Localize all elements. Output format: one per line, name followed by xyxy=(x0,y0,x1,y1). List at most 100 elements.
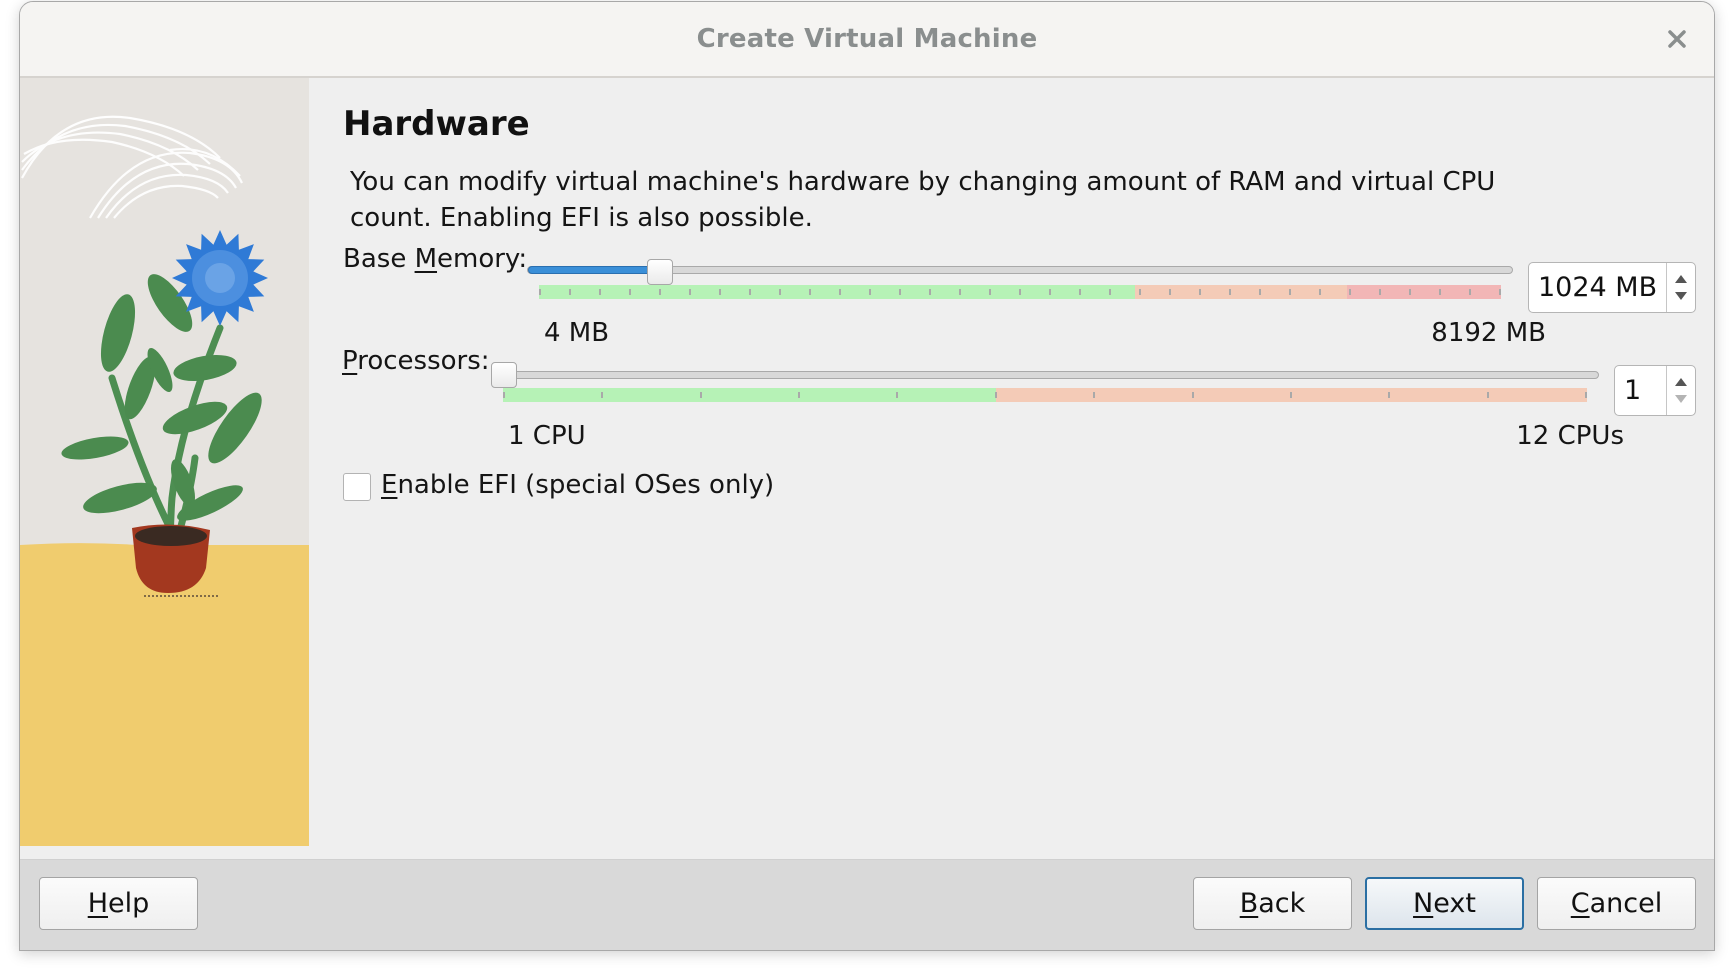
increment-arrow-icon[interactable] xyxy=(1675,275,1687,283)
slider-tick xyxy=(689,289,691,295)
slider-tick xyxy=(869,289,871,295)
slider-tick xyxy=(659,289,661,295)
label-text: emory: xyxy=(437,244,528,274)
base-memory-slider-handle[interactable] xyxy=(646,259,673,285)
mnemonic: E xyxy=(381,470,398,500)
processors-spinbox[interactable]: 1 xyxy=(1614,365,1696,416)
mnemonic: H xyxy=(87,888,109,919)
slider-tick xyxy=(839,289,841,295)
slider-tick xyxy=(1093,392,1096,398)
slider-tick xyxy=(1349,289,1351,295)
slider-tick xyxy=(599,289,601,295)
slider-tick xyxy=(503,392,505,398)
help-button[interactable]: Help xyxy=(39,877,198,930)
slider-tick xyxy=(1499,289,1501,295)
base-memory-max-label: 8192 MB xyxy=(1431,318,1546,348)
processors-max-label: 12 CPUs xyxy=(1516,421,1624,451)
danger-zone xyxy=(1347,285,1501,299)
safe-zone xyxy=(503,388,996,402)
increment-arrow-icon[interactable] xyxy=(1675,378,1687,386)
processors-slider-handle[interactable] xyxy=(491,362,517,388)
close-button[interactable] xyxy=(1662,24,1692,54)
slider-tick xyxy=(749,289,751,295)
slider-tick xyxy=(539,289,541,295)
decrement-arrow-icon[interactable] xyxy=(1675,292,1687,300)
slider-tick xyxy=(629,289,631,295)
create-vm-dialog: Create Virtual Machine Hardware You can … xyxy=(19,1,1715,951)
processors-label: Processors: xyxy=(342,346,490,376)
enable-efi-checkbox[interactable] xyxy=(343,473,371,501)
slider-tick xyxy=(1079,289,1081,295)
hardware-page: Hardware You can modify virtual machine'… xyxy=(323,78,1714,860)
slider-tick xyxy=(994,392,997,398)
slider-tick xyxy=(719,289,721,295)
spin-buttons xyxy=(1666,263,1695,312)
slider-tick xyxy=(1585,392,1587,398)
slider-tick xyxy=(1199,289,1201,295)
slider-tick xyxy=(929,289,931,295)
mnemonic: B xyxy=(1239,888,1259,919)
processors-zone-bar xyxy=(503,388,1587,402)
slider-tick xyxy=(1019,289,1021,295)
slider-tick xyxy=(989,289,991,295)
slider-tick xyxy=(1139,289,1141,295)
slider-tick xyxy=(1289,392,1292,398)
slider-tick xyxy=(1469,289,1471,295)
spin-buttons xyxy=(1666,366,1695,415)
mnemonic: N xyxy=(1413,888,1434,919)
base-memory-spinbox[interactable]: 1024 MB xyxy=(1528,262,1696,313)
button-label: ancel xyxy=(1589,888,1663,919)
flower-icon xyxy=(172,230,268,326)
slider-tick xyxy=(1319,289,1321,295)
slider-tick xyxy=(899,289,901,295)
base-memory-min-label: 4 MB xyxy=(544,318,610,348)
base-memory-zone-bar xyxy=(539,285,1501,299)
slider-tick xyxy=(1169,289,1171,295)
slider-tick xyxy=(1191,392,1194,398)
page-title: Hardware xyxy=(343,104,530,144)
slider-tick xyxy=(896,392,899,398)
mnemonic: C xyxy=(1570,888,1590,919)
page-description: You can modify virtual machine's hardwar… xyxy=(350,167,1496,233)
slider-tick xyxy=(779,289,781,295)
back-button[interactable]: Back xyxy=(1193,877,1352,930)
base-memory-label: Base Memory: xyxy=(343,244,527,274)
slider-tick xyxy=(1486,392,1489,398)
slider-tick xyxy=(1109,289,1111,295)
warning-zone xyxy=(1135,285,1348,299)
window-title: Create Virtual Machine xyxy=(696,24,1038,54)
slider-tick xyxy=(1049,289,1051,295)
processors-min-label: 1 CPU xyxy=(508,421,586,451)
slider-tick xyxy=(1289,289,1291,295)
base-memory-slider[interactable] xyxy=(527,266,1513,274)
slider-tick xyxy=(569,289,571,295)
title-bar: Create Virtual Machine xyxy=(20,2,1714,78)
mnemonic: M xyxy=(414,244,438,274)
processors-slider[interactable] xyxy=(491,371,1599,379)
processors-value[interactable]: 1 xyxy=(1624,375,1641,406)
slider-tick xyxy=(798,392,801,398)
slider-tick xyxy=(1409,289,1411,295)
label-text: nable EFI (special OSes only) xyxy=(397,470,775,500)
slider-tick xyxy=(1229,289,1231,295)
dialog-button-bar: Help Back Next Cancel xyxy=(20,859,1714,950)
button-label: ack xyxy=(1258,888,1306,919)
slider-tick xyxy=(601,392,604,398)
close-icon xyxy=(1668,30,1686,48)
slider-tick xyxy=(1379,289,1381,295)
wizard-sidebar-illustration xyxy=(20,78,309,846)
next-button[interactable]: Next xyxy=(1365,877,1524,930)
slider-tick xyxy=(809,289,811,295)
enable-efi-label[interactable]: Enable EFI (special OSes only) xyxy=(381,470,774,500)
label-text: rocessors: xyxy=(357,346,490,376)
potted-flower-illustration xyxy=(20,78,309,846)
slider-tick xyxy=(959,289,961,295)
mnemonic: P xyxy=(342,346,358,376)
label-text: Base xyxy=(343,244,415,274)
decrement-arrow-icon[interactable] xyxy=(1675,395,1687,403)
slider-tick xyxy=(699,392,702,398)
button-label: elp xyxy=(108,888,150,919)
base-memory-value[interactable]: 1024 MB xyxy=(1538,272,1657,303)
cancel-button[interactable]: Cancel xyxy=(1537,877,1696,930)
slider-fill xyxy=(528,266,662,274)
